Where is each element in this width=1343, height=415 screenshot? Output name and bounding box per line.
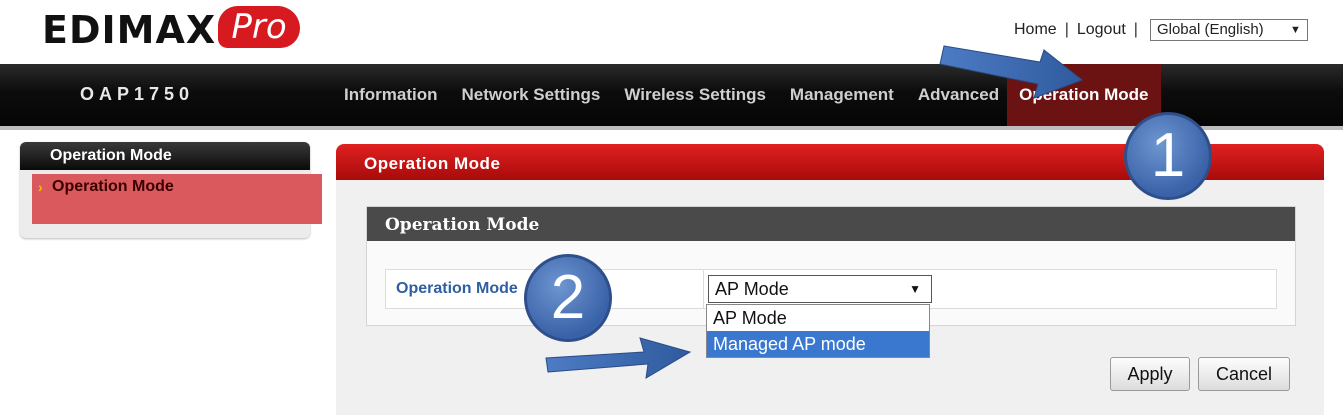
sidebar-title: Operation Mode — [20, 142, 310, 170]
option-ap-mode[interactable]: AP Mode — [707, 305, 929, 331]
language-value: Global (English) — [1156, 21, 1264, 38]
nav-menu: Information Network Settings Wireless Se… — [344, 64, 1185, 126]
apply-button[interactable]: Apply — [1110, 357, 1190, 391]
language-select[interactable]: Global (English) ▼ — [1149, 19, 1308, 41]
operation-mode-select[interactable]: AP Mode ▼ — [708, 275, 932, 303]
logo-pro-badge: Pro — [218, 6, 300, 48]
sidebar-item-label: Operation Mode — [52, 178, 174, 195]
step-1-badge: 1 — [1124, 112, 1212, 200]
cancel-button[interactable]: Cancel — [1198, 357, 1290, 391]
nav-network-settings[interactable]: Network Settings — [462, 64, 601, 126]
edimax-logo: EDIMAX Pro — [42, 6, 304, 52]
nav-operation-mode[interactable]: Operation Mode — [1007, 64, 1161, 126]
card-title: Operation Mode — [367, 207, 1295, 241]
logout-link[interactable]: Logout — [1077, 21, 1126, 39]
main-navbar: OAP1750 Information Network Settings Wir… — [0, 64, 1343, 130]
step-2-badge: 2 — [524, 254, 612, 342]
link-separator: | — [1133, 21, 1138, 38]
home-link[interactable]: Home — [1014, 21, 1057, 39]
logo-wordmark: EDIMAX — [42, 8, 217, 52]
sidebar: Operation Mode › Operation Mode — [20, 142, 322, 238]
nav-advanced[interactable]: Advanced — [918, 64, 999, 126]
sidebar-item-operation-mode[interactable]: › Operation Mode — [32, 174, 322, 224]
link-separator: | — [1064, 21, 1069, 38]
option-managed-ap-mode[interactable]: Managed AP mode — [707, 331, 929, 357]
chevron-down-icon: ▼ — [909, 282, 921, 296]
device-model: OAP1750 — [80, 84, 195, 104]
nav-information[interactable]: Information — [344, 64, 438, 126]
operation-mode-dropdown: AP Mode Managed AP mode — [706, 304, 930, 358]
chevron-right-icon: › — [38, 179, 43, 195]
operation-mode-row: Operation Mode AP Mode ▼ — [385, 269, 1277, 309]
nav-wireless-settings[interactable]: Wireless Settings — [624, 64, 766, 126]
select-value: AP Mode — [715, 279, 789, 299]
chevron-down-icon: ▼ — [1290, 24, 1301, 36]
top-links: Home | Logout | Global (English) ▼ — [1014, 18, 1308, 42]
nav-management[interactable]: Management — [790, 64, 894, 126]
